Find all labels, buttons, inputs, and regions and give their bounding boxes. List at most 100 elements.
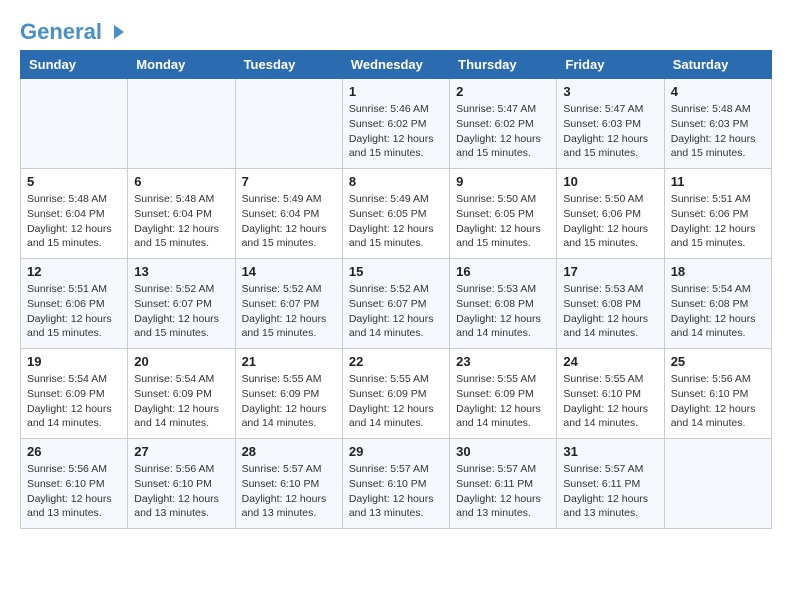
calendar-cell: 1 Sunrise: 5:46 AMSunset: 6:02 PMDaylight… — [342, 79, 449, 169]
day-number: 9 — [456, 174, 550, 189]
weekday-header: Sunday — [21, 51, 128, 79]
logo-text: General — [20, 20, 102, 44]
day-number: 11 — [671, 174, 765, 189]
day-number: 28 — [242, 444, 336, 459]
day-info: Sunrise: 5:57 AMSunset: 6:11 PMDaylight:… — [563, 462, 657, 521]
logo: General — [20, 20, 126, 40]
calendar-cell: 10 Sunrise: 5:50 AMSunset: 6:06 PMDayligh… — [557, 169, 664, 259]
calendar-cell: 30 Sunrise: 5:57 AMSunset: 6:11 PMDayligh… — [450, 439, 557, 529]
day-number: 25 — [671, 354, 765, 369]
calendar-table: SundayMondayTuesdayWednesdayThursdayFrid… — [20, 50, 772, 529]
calendar-week-row: 19 Sunrise: 5:54 AMSunset: 6:09 PMDayligh… — [21, 349, 772, 439]
day-info: Sunrise: 5:54 AMSunset: 6:08 PMDaylight:… — [671, 282, 765, 341]
day-info: Sunrise: 5:56 AMSunset: 6:10 PMDaylight:… — [134, 462, 228, 521]
calendar-cell: 18 Sunrise: 5:54 AMSunset: 6:08 PMDayligh… — [664, 259, 771, 349]
day-number: 27 — [134, 444, 228, 459]
calendar-cell: 29 Sunrise: 5:57 AMSunset: 6:10 PMDayligh… — [342, 439, 449, 529]
weekday-header: Wednesday — [342, 51, 449, 79]
day-number: 6 — [134, 174, 228, 189]
day-info: Sunrise: 5:54 AMSunset: 6:09 PMDaylight:… — [27, 372, 121, 431]
calendar-cell: 2 Sunrise: 5:47 AMSunset: 6:02 PMDaylight… — [450, 79, 557, 169]
calendar-cell: 19 Sunrise: 5:54 AMSunset: 6:09 PMDayligh… — [21, 349, 128, 439]
day-info: Sunrise: 5:48 AMSunset: 6:04 PMDaylight:… — [134, 192, 228, 251]
day-number: 8 — [349, 174, 443, 189]
calendar-cell: 20Sunrise: 5:54 AMSunset: 6:09 PMDayligh… — [128, 349, 235, 439]
calendar-cell: 25 Sunrise: 5:56 AMSunset: 6:10 PMDayligh… — [664, 349, 771, 439]
calendar-cell: 14 Sunrise: 5:52 AMSunset: 6:07 PMDayligh… — [235, 259, 342, 349]
day-number: 26 — [27, 444, 121, 459]
day-number: 7 — [242, 174, 336, 189]
day-info: Sunrise: 5:57 AMSunset: 6:10 PMDaylight:… — [349, 462, 443, 521]
day-info: Sunrise: 5:47 AMSunset: 6:02 PMDaylight:… — [456, 102, 550, 161]
calendar-week-row: 1 Sunrise: 5:46 AMSunset: 6:02 PMDaylight… — [21, 79, 772, 169]
day-number: 23 — [456, 354, 550, 369]
day-info: Sunrise: 5:48 AMSunset: 6:03 PMDaylight:… — [671, 102, 765, 161]
calendar-cell: 8 Sunrise: 5:49 AMSunset: 6:05 PMDaylight… — [342, 169, 449, 259]
day-info: Sunrise: 5:52 AMSunset: 6:07 PMDaylight:… — [242, 282, 336, 341]
calendar-cell: 6 Sunrise: 5:48 AMSunset: 6:04 PMDaylight… — [128, 169, 235, 259]
day-number: 29 — [349, 444, 443, 459]
calendar-cell: 23Sunrise: 5:55 AMSunset: 6:09 PMDayligh… — [450, 349, 557, 439]
calendar-week-row: 5 Sunrise: 5:48 AMSunset: 6:04 PMDaylight… — [21, 169, 772, 259]
weekday-header: Monday — [128, 51, 235, 79]
calendar-cell: 4 Sunrise: 5:48 AMSunset: 6:03 PMDaylight… — [664, 79, 771, 169]
day-number: 18 — [671, 264, 765, 279]
day-number: 15 — [349, 264, 443, 279]
day-info: Sunrise: 5:50 AMSunset: 6:06 PMDaylight:… — [563, 192, 657, 251]
day-number: 5 — [27, 174, 121, 189]
calendar-cell: 13Sunrise: 5:52 AMSunset: 6:07 PMDayligh… — [128, 259, 235, 349]
calendar-cell — [128, 79, 235, 169]
day-number: 12 — [27, 264, 121, 279]
day-number: 4 — [671, 84, 765, 99]
day-info: Sunrise: 5:55 AMSunset: 6:09 PMDaylight:… — [242, 372, 336, 431]
day-number: 22 — [349, 354, 443, 369]
day-info: Sunrise: 5:49 AMSunset: 6:05 PMDaylight:… — [349, 192, 443, 251]
day-number: 13 — [134, 264, 228, 279]
day-info: Sunrise: 5:53 AMSunset: 6:08 PMDaylight:… — [456, 282, 550, 341]
calendar-cell: 17Sunrise: 5:53 AMSunset: 6:08 PMDayligh… — [557, 259, 664, 349]
weekday-header: Thursday — [450, 51, 557, 79]
weekday-header: Saturday — [664, 51, 771, 79]
day-number: 2 — [456, 84, 550, 99]
day-info: Sunrise: 5:52 AMSunset: 6:07 PMDaylight:… — [349, 282, 443, 341]
day-number: 31 — [563, 444, 657, 459]
day-info: Sunrise: 5:47 AMSunset: 6:03 PMDaylight:… — [563, 102, 657, 161]
day-number: 1 — [349, 84, 443, 99]
calendar-week-row: 26 Sunrise: 5:56 AMSunset: 6:10 PMDayligh… — [21, 439, 772, 529]
calendar-cell: 16 Sunrise: 5:53 AMSunset: 6:08 PMDayligh… — [450, 259, 557, 349]
logo-icon — [104, 21, 126, 43]
calendar-cell: 11 Sunrise: 5:51 AMSunset: 6:06 PMDayligh… — [664, 169, 771, 259]
calendar-cell — [235, 79, 342, 169]
day-info: Sunrise: 5:49 AMSunset: 6:04 PMDaylight:… — [242, 192, 336, 251]
calendar-cell — [664, 439, 771, 529]
day-info: Sunrise: 5:55 AMSunset: 6:09 PMDaylight:… — [349, 372, 443, 431]
page-header: General — [20, 20, 772, 40]
day-number: 16 — [456, 264, 550, 279]
calendar-cell: 31 Sunrise: 5:57 AMSunset: 6:11 PMDayligh… — [557, 439, 664, 529]
day-info: Sunrise: 5:51 AMSunset: 6:06 PMDaylight:… — [27, 282, 121, 341]
day-info: Sunrise: 5:55 AMSunset: 6:10 PMDaylight:… — [563, 372, 657, 431]
day-number: 19 — [27, 354, 121, 369]
calendar-cell: 28Sunrise: 5:57 AMSunset: 6:10 PMDayligh… — [235, 439, 342, 529]
day-number: 24 — [563, 354, 657, 369]
calendar-cell: 5 Sunrise: 5:48 AMSunset: 6:04 PMDaylight… — [21, 169, 128, 259]
day-info: Sunrise: 5:51 AMSunset: 6:06 PMDaylight:… — [671, 192, 765, 251]
day-info: Sunrise: 5:54 AMSunset: 6:09 PMDaylight:… — [134, 372, 228, 431]
day-info: Sunrise: 5:46 AMSunset: 6:02 PMDaylight:… — [349, 102, 443, 161]
day-info: Sunrise: 5:56 AMSunset: 6:10 PMDaylight:… — [27, 462, 121, 521]
calendar-cell: 3Sunrise: 5:47 AMSunset: 6:03 PMDaylight… — [557, 79, 664, 169]
day-info: Sunrise: 5:56 AMSunset: 6:10 PMDaylight:… — [671, 372, 765, 431]
calendar-cell — [21, 79, 128, 169]
calendar-cell: 26 Sunrise: 5:56 AMSunset: 6:10 PMDayligh… — [21, 439, 128, 529]
calendar-cell: 7 Sunrise: 5:49 AMSunset: 6:04 PMDaylight… — [235, 169, 342, 259]
day-number: 30 — [456, 444, 550, 459]
day-info: Sunrise: 5:48 AMSunset: 6:04 PMDaylight:… — [27, 192, 121, 251]
day-number: 10 — [563, 174, 657, 189]
calendar-cell: 12 Sunrise: 5:51 AMSunset: 6:06 PMDayligh… — [21, 259, 128, 349]
day-number: 17 — [563, 264, 657, 279]
day-info: Sunrise: 5:57 AMSunset: 6:11 PMDaylight:… — [456, 462, 550, 521]
day-number: 14 — [242, 264, 336, 279]
calendar-cell: 27 Sunrise: 5:56 AMSunset: 6:10 PMDayligh… — [128, 439, 235, 529]
calendar-cell: 9Sunrise: 5:50 AMSunset: 6:05 PMDaylight… — [450, 169, 557, 259]
weekday-header: Friday — [557, 51, 664, 79]
